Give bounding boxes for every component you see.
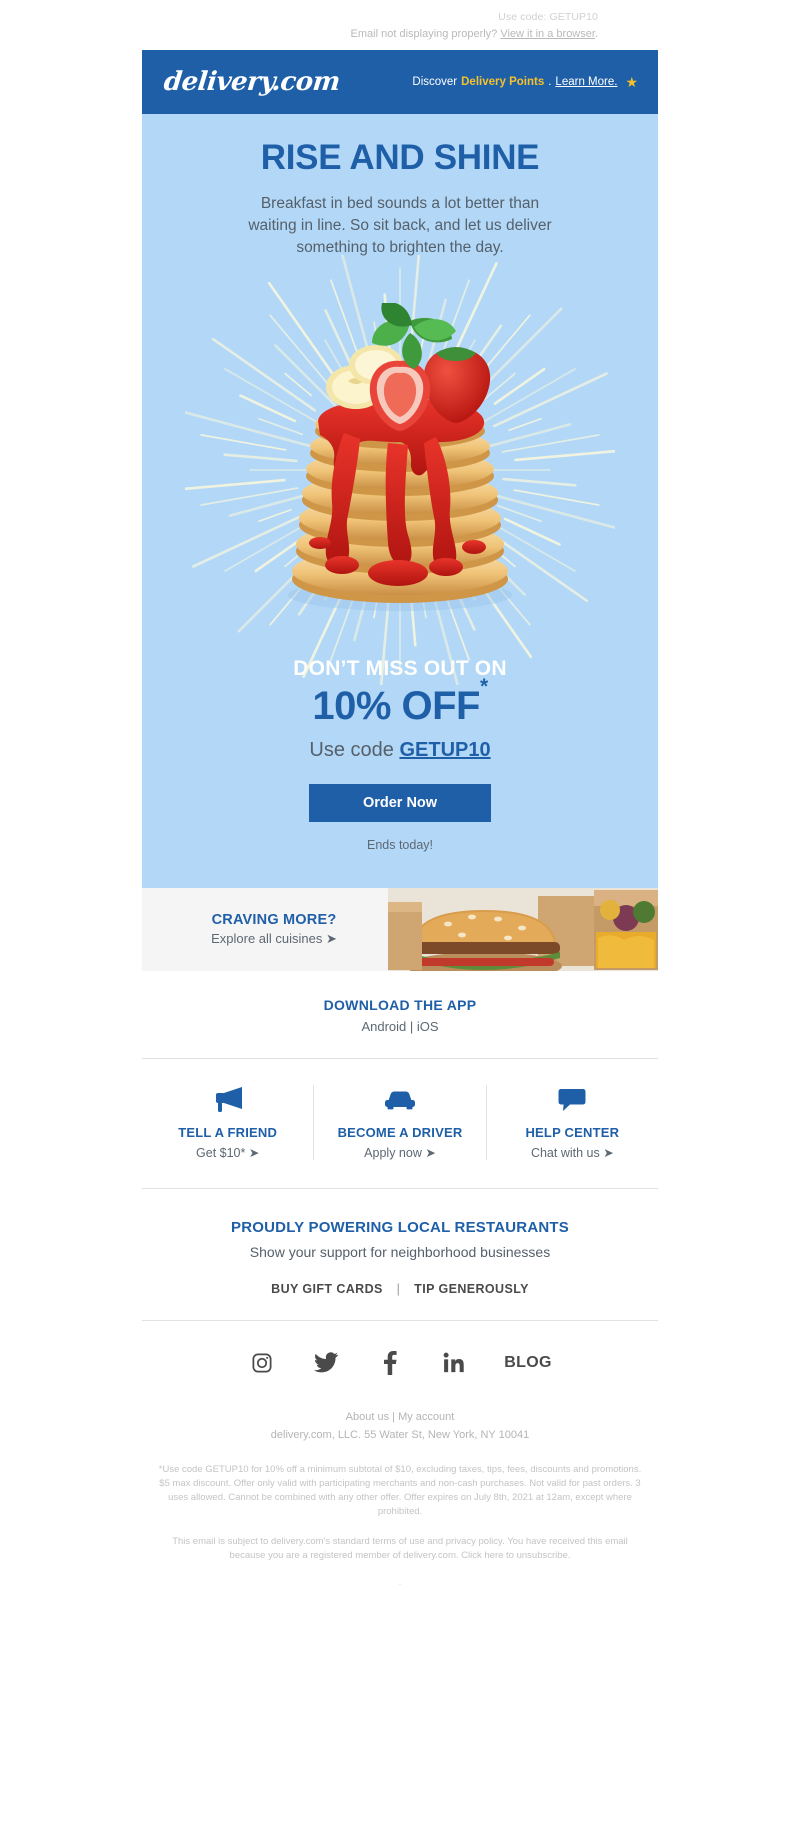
local-restaurants-title: PROUDLY POWERING LOCAL RESTAURANTS [231, 1218, 569, 1236]
preheader-browser-line: Email not displaying properly? View it i… [0, 26, 598, 42]
pancake-stack-image [288, 302, 512, 611]
preheader-use-code: Use code: GETUP10 [498, 11, 598, 23]
android-link[interactable]: Android [361, 1019, 406, 1034]
header-promo-line: Discover Delivery Points. Learn More. ★ [412, 74, 638, 91]
app-separator: | [409, 1018, 414, 1034]
company-address: delivery.com, LLC. 55 Water St, New York… [270, 1428, 530, 1441]
tell-a-friend-subtitle[interactable]: Get $10* ➤ [150, 1145, 305, 1160]
header-dot: . [548, 76, 552, 88]
delivery-points-label: Delivery Points [461, 76, 545, 88]
my-account-link[interactable]: My account [398, 1411, 454, 1423]
instagram-icon[interactable] [248, 1349, 276, 1377]
explore-cuisines-link[interactable]: Explore all cuisines ➤ [211, 931, 337, 947]
learn-more-link[interactable]: Learn More. [555, 76, 617, 88]
preheader-not-displaying-text: Email not displaying properly? [350, 28, 498, 40]
feature-columns: TELL A FRIEND Get $10* ➤ BECOME A DRIVER… [142, 1059, 658, 1188]
header-discover-text: Discover [412, 76, 458, 88]
become-a-driver-subtitle[interactable]: Apply now ➤ [322, 1145, 477, 1160]
email-body: delivery.com Discover Delivery Points. L… [142, 50, 658, 1587]
local-restaurants-subtitle: Show your support for neighborhood busin… [249, 1243, 551, 1260]
email-header: delivery.com Discover Delivery Points. L… [142, 50, 658, 114]
craving-more-title: CRAVING MORE? [211, 911, 337, 928]
local-restaurants-links: BUY GIFT CARDS | TIP GENEROUSLY [142, 1282, 658, 1296]
column-become-a-driver[interactable]: BECOME A DRIVER Apply now ➤ [313, 1084, 485, 1160]
megaphone-icon [150, 1085, 305, 1115]
buy-gift-cards-link[interactable]: BUY GIFT CARDS [271, 1282, 383, 1296]
footer-nav-links: About us | My account [152, 1409, 648, 1425]
hero-section: RISE AND SHINE Breakfast in bed sounds a… [142, 114, 658, 685]
star-icon: ★ [625, 73, 638, 90]
hero-subheadline: Breakfast in bed sounds a lot better tha… [248, 194, 552, 256]
view-in-browser-link[interactable]: View it in a browser [500, 28, 595, 40]
promo-code-value[interactable]: GETUP10 [399, 739, 490, 761]
order-now-button[interactable]: Order Now [308, 783, 492, 822]
help-center-title: HELP CENTER [525, 1124, 620, 1140]
column-help-center[interactable]: HELP CENTER Chat with us ➤ [485, 1084, 658, 1160]
download-app-section: DOWNLOAD THE APP Android | iOS [142, 971, 658, 1058]
promo-code-line: Use code GETUP10 [162, 739, 638, 762]
craving-more-banner[interactable]: CRAVING MORE? Explore all cuisines ➤ [142, 887, 658, 971]
footer-trailing-dot: . [398, 1576, 402, 1587]
facebook-icon[interactable] [376, 1349, 404, 1377]
page-title: RISE AND SHINE [260, 138, 540, 177]
legal-disclaimer: This email is subject to delivery.com's … [172, 1535, 628, 1561]
app-store-links: Android | iOS [142, 1019, 658, 1034]
craving-more-image [388, 887, 658, 971]
blog-link[interactable]: BLOG [504, 1354, 551, 1372]
chat-bubble-icon [495, 1085, 650, 1115]
offer-asterisk: * [479, 674, 488, 698]
offer-fine-print: *Use code GETUP10 for 10% off a minimum … [158, 1463, 642, 1517]
offer-section: DON’T MISS OUT ON 10% OFF* Use code GETU… [142, 656, 658, 888]
ios-link[interactable]: iOS [417, 1019, 439, 1034]
social-links-row: BLOG [142, 1321, 658, 1403]
use-code-label: Use code [309, 738, 394, 761]
preheader-period: . [594, 28, 598, 40]
tip-generously-link[interactable]: TIP GENEROUSLY [414, 1282, 529, 1296]
car-icon [322, 1085, 477, 1115]
delivery-com-logo[interactable]: delivery.com [162, 67, 341, 97]
tell-a-friend-title: TELL A FRIEND [178, 1124, 278, 1140]
about-us-link[interactable]: About us [346, 1411, 389, 1423]
preheader: Use code: GETUP10 Email not displaying p… [0, 0, 800, 50]
download-app-title: DOWNLOAD THE APP [323, 996, 477, 1013]
become-a-driver-title: BECOME A DRIVER [337, 1124, 463, 1140]
email-footer: About us | My account delivery.com, LLC.… [142, 1403, 658, 1587]
craving-more-text-block: CRAVING MORE? Explore all cuisines ➤ [142, 888, 388, 971]
offer-expiry-note: Ends today! [366, 837, 433, 852]
hero-illustration [172, 254, 628, 685]
column-tell-a-friend[interactable]: TELL A FRIEND Get $10* ➤ [142, 1085, 313, 1160]
offer-percent-text: 10% OFF [312, 683, 480, 728]
local-links-separator: | [396, 1281, 401, 1296]
local-restaurants-section: PROUDLY POWERING LOCAL RESTAURANTS Show … [142, 1189, 658, 1320]
help-center-subtitle[interactable]: Chat with us ➤ [495, 1145, 650, 1160]
footer-separator: | [392, 1410, 396, 1423]
linkedin-icon[interactable] [440, 1349, 468, 1377]
twitter-icon[interactable] [312, 1349, 340, 1377]
offer-discount-amount: 10% OFF* [162, 675, 638, 729]
